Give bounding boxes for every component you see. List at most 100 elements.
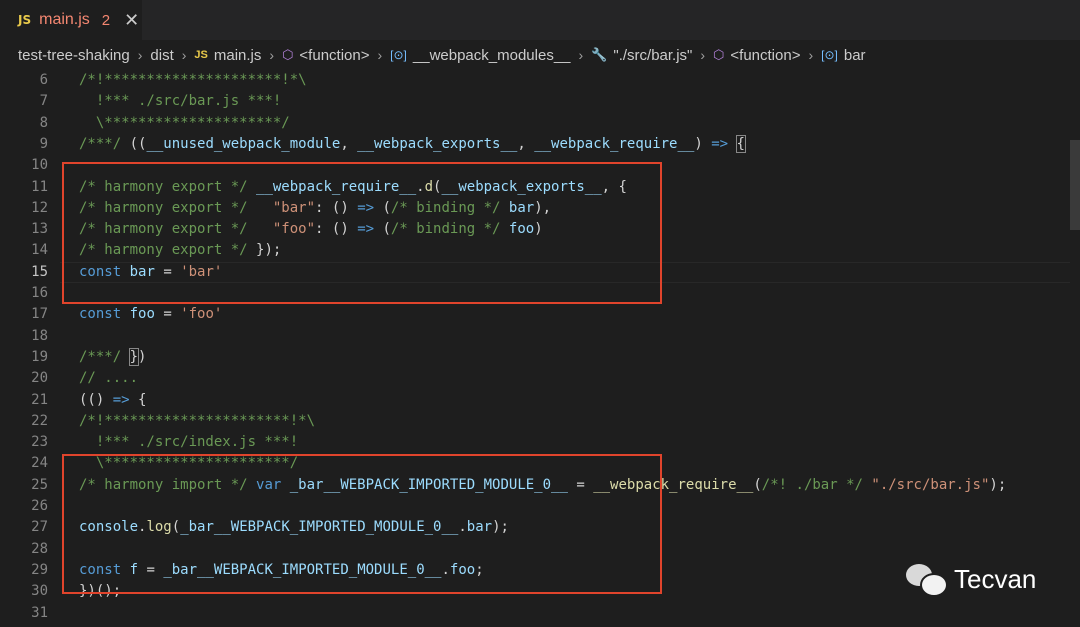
breadcrumb: test-tree-shaking › dist › JS main.js › ⬡ <funct… bbox=[0, 40, 1080, 70]
js-file-icon: JS bbox=[194, 49, 208, 61]
code-text: /* harmony export */ __webpack_require__… bbox=[79, 178, 627, 195]
code-line[interactable]: 25 /* harmony import */ var _bar__WEBPACK… bbox=[0, 475, 1080, 496]
code-line[interactable]: 14 /* harmony export */ }); bbox=[0, 240, 1080, 261]
chevron-right-icon: › bbox=[377, 47, 383, 63]
line-number: 11 bbox=[31, 178, 48, 195]
line-number: 12 bbox=[31, 199, 48, 216]
chevron-right-icon: › bbox=[181, 47, 187, 63]
chevron-right-icon: › bbox=[269, 47, 275, 63]
code-line[interactable]: 27 console.log(_bar__WEBPACK_IMPORTED_MOD… bbox=[0, 517, 1080, 538]
tab-main-js[interactable]: JS main.js 2 ✕ bbox=[0, 0, 142, 40]
code-line[interactable]: 11 /* harmony export */ __webpack_require… bbox=[0, 177, 1080, 198]
line-number: 15 bbox=[31, 263, 48, 280]
code-line[interactable]: 6 /*!*********************!*\ bbox=[0, 70, 1080, 91]
code-line[interactable]: 18 bbox=[0, 326, 1080, 347]
chevron-right-icon: › bbox=[137, 47, 143, 63]
line-number: 6 bbox=[39, 72, 48, 88]
problem-count-badge: 2 bbox=[101, 11, 111, 29]
breadcrumb-item[interactable]: 🔧 "./src/bar.js" bbox=[591, 47, 692, 64]
breadcrumb-label: bar bbox=[843, 46, 866, 64]
code-line[interactable]: 19 /***/ }) bbox=[0, 347, 1080, 368]
watermark-text: Tecvan bbox=[954, 563, 1037, 594]
code-text: const f = _bar__WEBPACK_IMPORTED_MODULE_… bbox=[79, 561, 484, 578]
code-line[interactable]: 26 bbox=[0, 496, 1080, 517]
breadcrumb-item[interactable]: ⬡ <function> bbox=[282, 47, 369, 64]
code-line[interactable]: 15 const bar = 'bar' bbox=[0, 261, 1080, 283]
code-line[interactable]: 8 \*********************/ bbox=[0, 113, 1080, 134]
code-line[interactable]: 7 !*** ./src/bar.js ***! bbox=[0, 91, 1080, 112]
breadcrumb-label: dist bbox=[150, 46, 174, 64]
chevron-right-icon: › bbox=[808, 47, 814, 63]
line-number: 26 bbox=[31, 498, 48, 514]
breadcrumb-label: "./src/bar.js" bbox=[613, 46, 693, 64]
code-text: const foo = 'foo' bbox=[79, 306, 223, 323]
function-cube-icon: ⬡ bbox=[282, 47, 294, 62]
wechat-icon bbox=[906, 562, 948, 597]
line-number: 21 bbox=[31, 391, 48, 408]
code-text: /* harmony export */ "bar": () => (/* bi… bbox=[79, 199, 552, 216]
code-text: (() => { bbox=[79, 391, 147, 408]
breadcrumb-item[interactable]: JS main.js bbox=[194, 47, 261, 64]
line-number: 14 bbox=[31, 242, 48, 259]
tab-bar: JS main.js 2 ✕ bbox=[0, 0, 1080, 40]
code-line[interactable]: 17 const foo = 'foo' bbox=[0, 304, 1080, 325]
code-text: console.log(_bar__WEBPACK_IMPORTED_MODUL… bbox=[79, 519, 509, 536]
line-number: 10 bbox=[31, 157, 48, 174]
code-text: /* harmony export */ }); bbox=[79, 242, 282, 259]
code-line[interactable]: 23 !*** ./src/index.js ***! bbox=[0, 432, 1080, 453]
close-icon[interactable]: ✕ bbox=[124, 10, 139, 31]
code-editor[interactable]: 6 /*!*********************!*\ 7 !*** ./src… bbox=[0, 70, 1080, 627]
code-line[interactable]: 9 /***/ ((__unused_webpack_module, __webp… bbox=[0, 134, 1080, 155]
breadcrumb-item[interactable]: [⊙] __webpack_modules__ bbox=[390, 47, 570, 64]
variable-icon: [⊙] bbox=[821, 48, 838, 62]
function-cube-icon: ⬡ bbox=[713, 47, 725, 62]
code-line[interactable]: 31 bbox=[0, 603, 1080, 624]
line-number: 30 bbox=[31, 583, 48, 600]
line-number: 25 bbox=[31, 476, 48, 493]
code-line[interactable]: 16 bbox=[0, 283, 1080, 304]
breadcrumb-item[interactable]: test-tree-shaking bbox=[18, 47, 130, 64]
code-text: // .... bbox=[79, 370, 139, 387]
line-number: 29 bbox=[31, 561, 48, 578]
code-text: })(); bbox=[79, 583, 122, 600]
line-number: 7 bbox=[39, 93, 48, 110]
line-number: 22 bbox=[31, 412, 48, 429]
chevron-right-icon: › bbox=[700, 47, 706, 63]
line-number: 16 bbox=[31, 285, 48, 301]
code-text: const bar = 'bar' bbox=[79, 263, 223, 280]
code-line[interactable]: 28 bbox=[0, 539, 1080, 560]
line-number: 8 bbox=[39, 114, 48, 131]
code-line[interactable]: 13 /* harmony export */ "foo": () => (/* … bbox=[0, 219, 1080, 240]
breadcrumb-item[interactable]: dist bbox=[150, 47, 173, 64]
line-number: 17 bbox=[31, 306, 48, 323]
code-line[interactable]: 12 /* harmony export */ "bar": () => (/* … bbox=[0, 198, 1080, 219]
watermark: Tecvan bbox=[906, 562, 1037, 597]
code-line[interactable]: 10 bbox=[0, 155, 1080, 176]
line-number: 23 bbox=[31, 434, 48, 451]
line-number: 19 bbox=[31, 348, 48, 365]
code-text: /*!**********************!*\ bbox=[79, 412, 316, 429]
code-line[interactable]: 24 \**********************/ bbox=[0, 453, 1080, 474]
chevron-right-icon: › bbox=[578, 47, 584, 63]
breadcrumb-item[interactable]: [⊙] bar bbox=[821, 47, 865, 64]
code-line[interactable]: 21 (() => { bbox=[0, 390, 1080, 411]
breadcrumb-label: <function> bbox=[730, 46, 801, 64]
code-text: /* harmony import */ var _bar__WEBPACK_I… bbox=[79, 476, 1007, 493]
code-line[interactable]: 22 /*!**********************!*\ bbox=[0, 411, 1080, 432]
code-text: \**********************/ bbox=[79, 455, 299, 472]
variable-icon: [⊙] bbox=[390, 48, 407, 62]
code-text: \*********************/ bbox=[79, 114, 290, 131]
property-wrench-icon: 🔧 bbox=[591, 47, 608, 62]
breadcrumb-item[interactable]: ⬡ <function> bbox=[713, 47, 800, 64]
line-number: 18 bbox=[31, 327, 48, 344]
line-number: 9 bbox=[39, 135, 48, 152]
breadcrumb-label: __webpack_modules__ bbox=[412, 46, 571, 64]
code-text: /* harmony export */ "foo": () => (/* bi… bbox=[79, 221, 543, 238]
code-text: !*** ./src/index.js ***! bbox=[79, 434, 299, 451]
code-text: /***/ ((__unused_webpack_module, __webpa… bbox=[79, 134, 746, 153]
line-number: 27 bbox=[31, 519, 48, 536]
line-number: 31 bbox=[31, 604, 48, 621]
code-line[interactable]: 20 // .... bbox=[0, 368, 1080, 389]
breadcrumb-label: <function> bbox=[299, 46, 370, 64]
line-number: 20 bbox=[31, 370, 48, 387]
